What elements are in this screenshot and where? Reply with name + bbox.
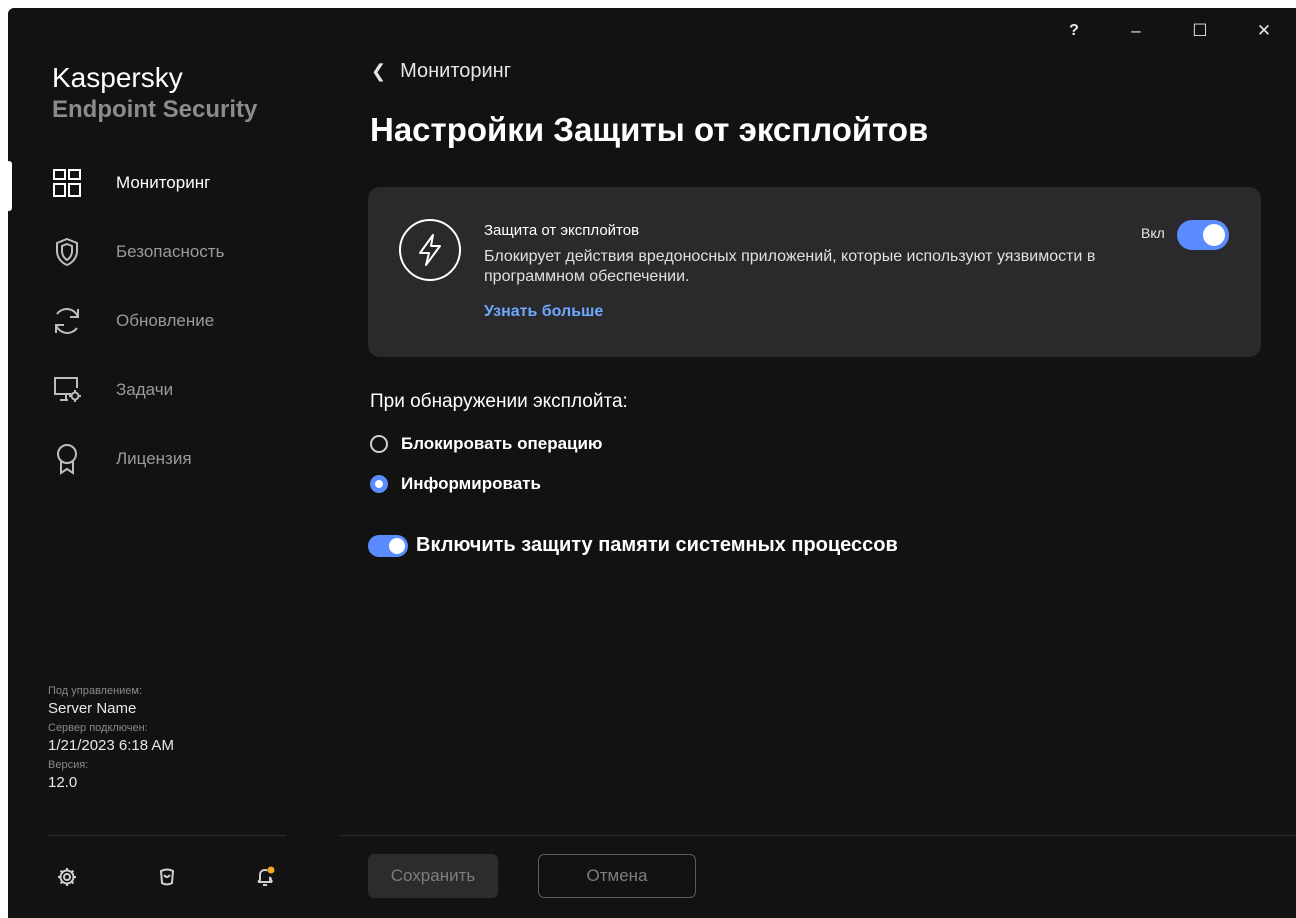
sidebar-item-label: Безопасность <box>116 241 225 261</box>
shield-icon <box>50 235 84 269</box>
license-award-icon <box>50 442 84 476</box>
sidebar: Kaspersky Endpoint Security Мониторинг Б… <box>8 8 304 918</box>
exploit-prevention-card: Защита от эксплойтов Блокирует действия … <box>368 187 1261 357</box>
sidebar-item-update[interactable]: Обновление <box>8 286 304 355</box>
chevron-left-icon: ❮ <box>371 61 387 81</box>
refresh-icon <box>50 304 84 338</box>
page-title: Настройки Защиты от эксплойтов <box>370 111 929 148</box>
sidebar-item-security[interactable]: Безопасность <box>8 217 304 286</box>
dashboard-icon <box>50 166 84 200</box>
sidebar-divider <box>48 835 286 836</box>
brand-product: Endpoint Security <box>52 96 258 123</box>
cancel-button[interactable]: Отмена <box>538 854 696 898</box>
managed-by-label: Под управлением: <box>48 685 143 697</box>
memory-protection-label: Включить защиту памяти системных процесс… <box>416 534 898 556</box>
save-button[interactable]: Сохранить <box>368 854 498 898</box>
notifications-icon[interactable] <box>252 864 278 890</box>
memory-protection-toggle[interactable] <box>368 534 408 557</box>
management-info: Под управлением: Server Name Сервер подк… <box>48 684 288 795</box>
back-link[interactable]: ❮ Мониторинг <box>371 60 511 83</box>
option-block-operation[interactable]: Блокировать операцию <box>370 434 602 454</box>
memory-protection-row[interactable]: Включить защиту памяти системных процесс… <box>368 534 898 557</box>
option-label: Блокировать операцию <box>401 434 603 453</box>
toggle-state-label: Вкл <box>1141 225 1165 241</box>
app-window: ? – ☐ ✕ Kaspersky Endpoint Security Мони… <box>8 8 1296 918</box>
server-connected-value: 1/21/2023 6:18 AM <box>48 737 174 754</box>
radio-button-selected[interactable] <box>370 475 388 493</box>
version-label: Версия: <box>48 759 89 771</box>
on-exploit-heading: При обнаружении эксплойта: <box>370 391 628 412</box>
learn-more-link[interactable]: Узнать больше <box>484 303 603 321</box>
sidebar-nav: Мониторинг Безопасность Обновление Задач… <box>8 148 304 493</box>
managed-by-value: Server Name <box>48 700 137 717</box>
sidebar-item-monitoring[interactable]: Мониторинг <box>8 148 304 217</box>
option-inform[interactable]: Информировать <box>370 474 541 494</box>
toggle-knob <box>1203 224 1225 246</box>
exploit-prevention-toggle[interactable] <box>1177 220 1229 250</box>
option-label: Информировать <box>401 474 541 493</box>
version-value: 12.0 <box>48 774 78 791</box>
footer-divider <box>341 835 1296 836</box>
main-content: ❮ Мониторинг Настройки Защиты от эксплой… <box>341 8 1296 918</box>
sidebar-bottom-toolbar <box>48 858 288 898</box>
radio-button[interactable] <box>370 435 388 453</box>
sidebar-item-label: Лицензия <box>116 448 192 468</box>
server-connected-label: Сервер подключен: <box>48 722 148 734</box>
support-icon[interactable] <box>154 864 180 890</box>
sidebar-item-license[interactable]: Лицензия <box>8 424 304 493</box>
toggle-knob <box>389 537 405 554</box>
active-indicator <box>8 161 12 211</box>
settings-icon[interactable] <box>54 864 80 890</box>
brand-logo: Kaspersky Endpoint Security <box>52 62 257 126</box>
sidebar-item-label: Обновление <box>116 310 215 330</box>
sidebar-item-tasks[interactable]: Задачи <box>8 355 304 424</box>
sidebar-item-label: Задачи <box>116 379 174 399</box>
back-link-label: Мониторинг <box>400 60 512 82</box>
card-description: Блокирует действия вредоносных приложени… <box>484 248 1096 285</box>
lightning-icon <box>399 219 461 281</box>
brand-name: Kaspersky <box>52 62 183 93</box>
sidebar-item-label: Мониторинг <box>116 172 211 192</box>
card-title: Защита от эксплойтов <box>484 222 640 239</box>
computer-task-icon <box>50 373 84 407</box>
